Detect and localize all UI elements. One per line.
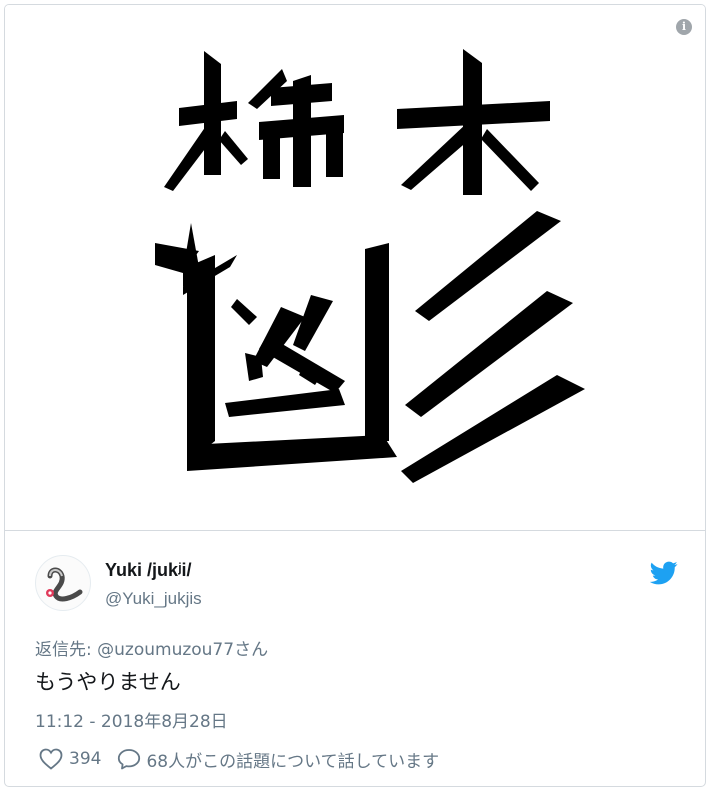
kanji-utsu-image	[155, 49, 585, 483]
conversation-button[interactable]: 68人がこの話題について話しています	[117, 747, 439, 772]
reply-to-line[interactable]: 返信先: @uzoumuzou77さん	[35, 635, 268, 660]
author-display-name[interactable]: Yuki /jukʲi/	[105, 560, 192, 581]
tweet-timestamp[interactable]: 11:12 - 2018年8月28日	[35, 707, 228, 732]
like-count: 394	[69, 749, 102, 769]
heart-icon	[39, 748, 63, 770]
conversation-text: 68人がこの話題について話しています	[146, 751, 440, 772]
info-icon[interactable]: i	[676, 19, 692, 35]
tweet-card: i Yuki /jukʲi/ @Yuki_jukjis 返信先: @uzoumu…	[4, 4, 706, 787]
avatar[interactable]	[35, 555, 91, 611]
like-button[interactable]: 394	[39, 748, 117, 770]
speech-bubble-icon	[118, 749, 141, 770]
twitter-bird-icon[interactable]	[650, 561, 678, 585]
tweet-text: もうやりません	[35, 670, 181, 694]
tweet-media[interactable]: i	[5, 5, 705, 531]
tweet-actions: 394 68人がこの話題について話しています	[39, 747, 439, 772]
eel-avatar-icon	[46, 567, 83, 602]
author-handle[interactable]: @Yuki_jukjis	[105, 589, 202, 609]
